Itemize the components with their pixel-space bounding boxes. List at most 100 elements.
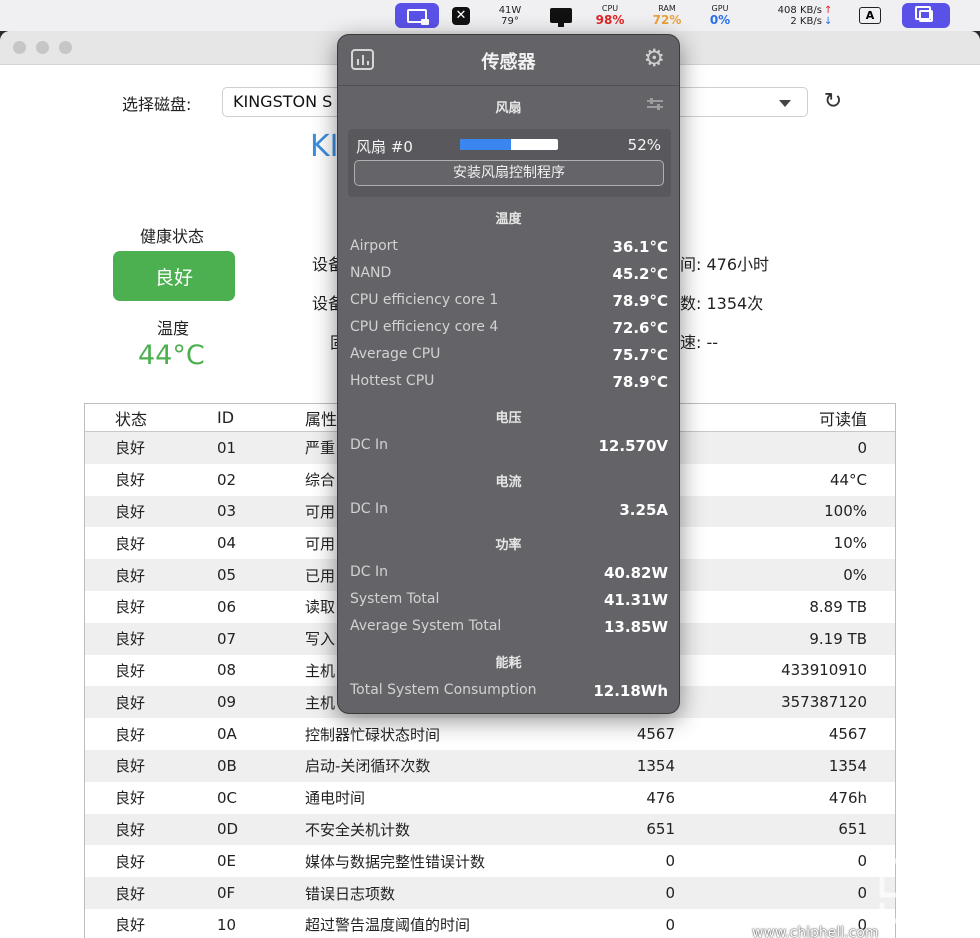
sensor-name: Average System Total: [350, 618, 502, 634]
cell-attribute: 可用: [305, 534, 336, 553]
header-id[interactable]: ID: [217, 408, 234, 427]
sensor-name: CPU efficiency core 1: [350, 292, 499, 308]
cell-attribute: 超过警告温度阈值的时间: [305, 916, 471, 935]
cell-attribute: 写入: [305, 630, 336, 649]
fan-percent: 52%: [627, 136, 661, 154]
cell-attribute: 媒体与数据完整性错误计数: [305, 852, 486, 871]
fan-speed-fill: [460, 139, 511, 150]
cell-status: 良好: [115, 598, 146, 617]
sensor-value: 40.82W: [604, 564, 668, 582]
cell-id: 10: [217, 915, 237, 934]
sliders-icon[interactable]: [647, 97, 663, 111]
chevron-down-icon: [779, 100, 791, 107]
cell-status: 良好: [115, 439, 146, 458]
popover-header: 传感器 ⚙: [338, 35, 679, 86]
sensor-name: Average CPU: [350, 346, 441, 362]
cell-readable: 4567: [828, 725, 867, 744]
disk-model-title: KI: [310, 129, 339, 164]
sensor-name: DC In: [350, 564, 389, 580]
table-row[interactable]: 良好 0C 通电时间 476 476h: [85, 782, 895, 814]
cell-attribute: 控制器忙碌状态时间: [305, 725, 441, 744]
cell-id: 0D: [217, 820, 239, 839]
display-icon[interactable]: [547, 3, 575, 28]
cell-status: 良好: [115, 725, 146, 744]
sensor-row: NAND 45.2°C: [350, 265, 668, 285]
cpu-monitor[interactable]: CPU 98%: [590, 3, 630, 28]
cell-status: 良好: [115, 820, 146, 839]
rotation-speed-info: 速: --: [680, 333, 719, 352]
cell-id: 08: [217, 661, 237, 680]
sensor-row: System Total 41.31W: [350, 591, 668, 611]
sensor-value: 75.7°C: [612, 346, 668, 364]
section-power-title: 功率: [495, 538, 522, 553]
arrow-up-icon: ↑: [823, 4, 833, 16]
header-readable[interactable]: 可读值: [819, 406, 867, 430]
table-row[interactable]: 良好 0B 启动-关闭循环次数 1354 1354: [85, 749, 895, 782]
cell-raw: 1354: [636, 756, 675, 775]
cell-attribute: 错误日志项数: [305, 884, 396, 903]
table-row[interactable]: 良好 0D 不安全关机计数 651 651: [85, 813, 895, 846]
input-method-menu[interactable]: A: [857, 3, 883, 28]
gpu-monitor[interactable]: GPU 0%: [702, 3, 738, 28]
cell-id: 0F: [217, 884, 236, 903]
chiphell-logo: [879, 855, 959, 938]
sensor-name: DC In: [350, 437, 389, 453]
disk-select-value: KINGSTON S: [233, 92, 333, 111]
section-fan-title: 风扇: [495, 101, 522, 116]
close-button[interactable]: [13, 41, 26, 54]
screen-app-icon[interactable]: [395, 3, 439, 28]
install-fan-control-button[interactable]: 安装风扇控制程序: [354, 160, 664, 186]
power-temp: 79°: [501, 15, 519, 27]
menu-bar: ✕ 41W 79° CPU 98% RAM 72% GPU 0% 408 KB/…: [0, 0, 980, 31]
zoom-button[interactable]: [59, 41, 72, 54]
watermark-url: www.chiphell.com: [752, 925, 879, 938]
cell-raw: 476: [646, 788, 675, 807]
cell-id: 05: [217, 566, 237, 585]
cell-status: 良好: [115, 566, 146, 585]
header-status[interactable]: 状态: [115, 406, 147, 430]
gear-icon[interactable]: ⚙: [643, 46, 665, 70]
sensor-value: 78.9°C: [612, 292, 668, 310]
sensor-row: Total System Consumption 12.18Wh: [350, 682, 668, 702]
temperature-value: 44°C: [138, 340, 205, 371]
network-monitor[interactable]: 408 KB/s ↑ 2 KB/s ↓: [770, 3, 840, 28]
cell-attribute: 综合: [305, 471, 336, 490]
table-row[interactable]: 良好 0F 错误日志项数 0 0: [85, 877, 895, 909]
cell-raw: 0: [665, 852, 675, 871]
sensor-value: 3.25A: [619, 501, 668, 519]
cell-readable: 10%: [833, 534, 867, 553]
cpu-value: 98%: [595, 13, 625, 27]
refresh-icon[interactable]: ↻: [820, 89, 846, 115]
cell-attribute: 主机: [305, 693, 336, 712]
cell-status: 良好: [115, 630, 146, 649]
popover-title: 传感器: [481, 52, 536, 73]
cell-id: 02: [217, 470, 237, 489]
windows-app-icon[interactable]: [902, 3, 950, 28]
table-row[interactable]: 良好 0E 媒体与数据完整性错误计数 0 0: [85, 845, 895, 877]
table-row[interactable]: 良好 0A 控制器忙碌状态时间 4567 4567: [85, 718, 895, 750]
cell-status: 良好: [115, 884, 146, 903]
power-monitor[interactable]: 41W 79°: [492, 3, 528, 28]
power-cycles-info: 数: 1354次: [680, 294, 764, 313]
cell-readable: 0: [857, 438, 867, 457]
cell-id: 06: [217, 597, 237, 616]
sensor-row: DC In 3.25A: [350, 501, 668, 521]
header-attribute[interactable]: 属性: [305, 406, 337, 430]
sensor-name: CPU efficiency core 4: [350, 319, 499, 335]
cell-id: 04: [217, 534, 237, 553]
fan-speed-bar: [460, 139, 558, 150]
cell-readable: 9.19 TB: [809, 629, 867, 648]
ram-monitor[interactable]: RAM 72%: [648, 3, 686, 28]
sensor-name: Airport: [350, 238, 398, 254]
minimize-button[interactable]: [36, 41, 49, 54]
cell-id: 03: [217, 502, 237, 521]
app-x-icon[interactable]: ✕: [450, 3, 472, 28]
power-watts: 41W: [498, 4, 522, 16]
power-on-hours-info: 间: 476小时: [680, 255, 770, 274]
sensor-value: 78.9°C: [612, 373, 668, 391]
cell-status: 良好: [115, 789, 146, 808]
gpu-value: 0%: [709, 13, 731, 27]
cell-id: 0B: [217, 756, 237, 775]
sensor-value: 36.1°C: [612, 238, 668, 256]
sensor-value: 41.31W: [604, 591, 668, 609]
